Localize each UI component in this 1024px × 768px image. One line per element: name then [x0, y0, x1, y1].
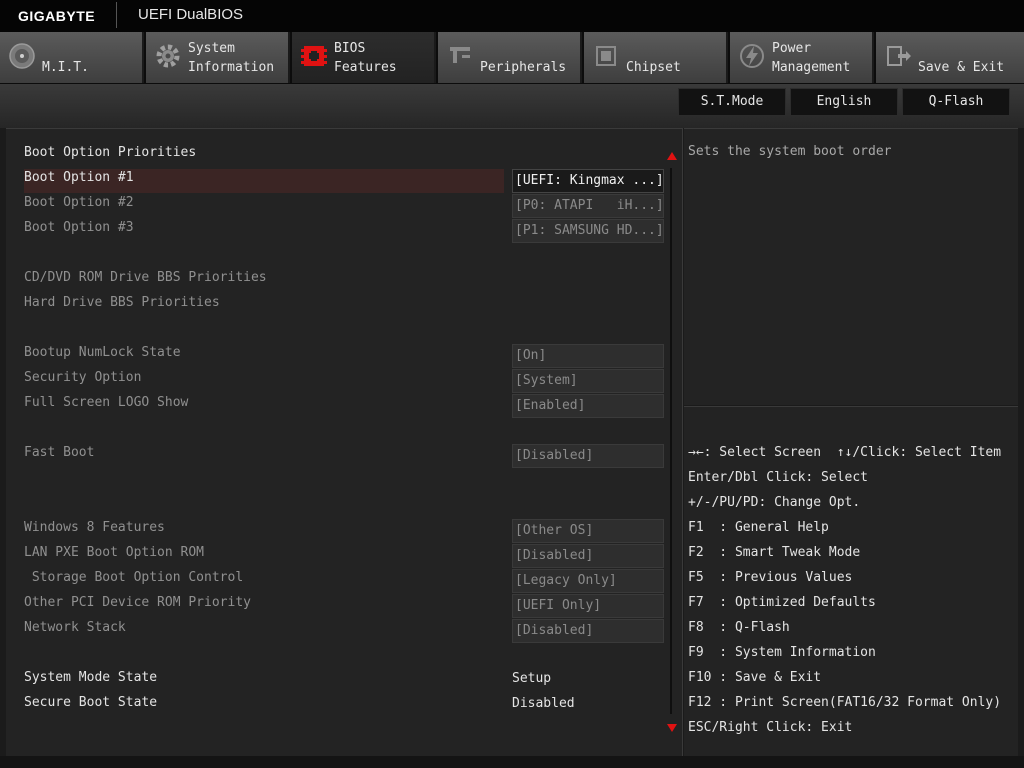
- tab-label: Save & Exit: [918, 60, 1005, 75]
- key-hint: F8 : Q-Flash: [688, 620, 790, 635]
- section-title: Boot Option Priorities: [24, 145, 197, 160]
- numlock-label[interactable]: Bootup NumLock State: [24, 343, 181, 363]
- storage-boot-label[interactable]: Storage Boot Option Control: [24, 568, 243, 588]
- tab-save-exit[interactable]: Save & Exit: [876, 32, 1024, 83]
- windows8-features-label[interactable]: Windows 8 Features: [24, 518, 165, 538]
- cd-dvd-priorities-link[interactable]: CD/DVD ROM Drive BBS Priorities: [24, 268, 267, 288]
- secure-boot-label: Secure Boot State: [24, 695, 158, 710]
- scroll-down-arrow-icon[interactable]: [667, 724, 677, 732]
- key-hint: ESC/Right Click: Exit: [688, 720, 853, 735]
- logo-show-label[interactable]: Full Screen LOGO Show: [24, 393, 188, 413]
- product-title: UEFI DualBIOS: [138, 6, 244, 23]
- key-hint: F1 : General Help: [688, 520, 829, 535]
- fast-boot-label[interactable]: Fast Boot: [24, 443, 94, 463]
- lan-pxe-label[interactable]: LAN PXE Boot Option ROM: [24, 543, 204, 563]
- secure-boot-value: Disabled: [512, 696, 575, 711]
- qflash-button[interactable]: Q-Flash: [902, 88, 1010, 116]
- boot-option-2-label[interactable]: Boot Option #2: [24, 193, 134, 213]
- other-pci-label[interactable]: Other PCI Device ROM Priority: [24, 593, 251, 613]
- key-hint: F7 : Optimized Defaults: [688, 595, 876, 610]
- tab-label: M.I.T.: [42, 60, 89, 75]
- boot-option-3-value[interactable]: [P1: SAMSUNG HD...]: [512, 219, 664, 243]
- st-mode-button[interactable]: S.T.Mode: [678, 88, 786, 116]
- peripherals-icon: [450, 47, 470, 63]
- numlock-value[interactable]: [On]: [512, 344, 664, 368]
- gear-icon: [156, 44, 180, 68]
- fast-boot-value[interactable]: [Disabled]: [512, 444, 664, 468]
- boot-option-1-label[interactable]: Boot Option #1: [24, 168, 134, 188]
- power-icon: [740, 44, 764, 68]
- tab-system-information[interactable]: System Information: [146, 32, 290, 83]
- title-bar: GIGABYTE UEFI DualBIOS: [0, 0, 1024, 32]
- key-hint: F10 : Save & Exit: [688, 670, 822, 685]
- main-tab-bar: M.I.T. System Information BIOS Features …: [0, 32, 1024, 84]
- security-option-value[interactable]: [System]: [512, 369, 664, 393]
- tab-power-management[interactable]: Power Management: [730, 32, 874, 83]
- help-panel: [684, 128, 1018, 405]
- bios-chip-icon: [301, 46, 327, 66]
- key-hint: F5 : Previous Values: [688, 570, 853, 585]
- boot-option-2-value[interactable]: [P0: ATAPI iH...]: [512, 194, 664, 218]
- windows8-features-value[interactable]: [Other OS]: [512, 519, 664, 543]
- key-hint: F9 : System Information: [688, 645, 876, 660]
- other-pci-value[interactable]: [UEFI Only]: [512, 594, 664, 618]
- security-option-label[interactable]: Security Option: [24, 368, 141, 388]
- title-divider: [116, 2, 117, 28]
- tab-bios-features[interactable]: BIOS Features: [292, 32, 436, 83]
- gauge-icon: [9, 43, 35, 69]
- tab-label: System Information: [188, 41, 275, 75]
- system-mode-value: Setup: [512, 671, 552, 686]
- tab-label: Chipset: [626, 60, 681, 75]
- help-description: Sets the system boot order: [688, 144, 892, 159]
- network-stack-value[interactable]: [Disabled]: [512, 619, 664, 643]
- scrollbar[interactable]: [670, 168, 672, 714]
- tab-label: Peripherals: [480, 60, 567, 75]
- key-hint: Enter/Dbl Click: Select: [688, 470, 869, 485]
- network-stack-label[interactable]: Network Stack: [24, 618, 126, 638]
- system-mode-label: System Mode State: [24, 670, 158, 685]
- key-hint: F12 : Print Screen(FAT16/32 Format Only): [688, 695, 1002, 710]
- key-hint: +/-/PU/PD: Change Opt.: [688, 495, 861, 510]
- boot-option-1-value[interactable]: [UEFI: Kingmax ...]: [512, 169, 664, 193]
- tab-mit[interactable]: M.I.T.: [0, 32, 144, 83]
- chipset-icon: [596, 46, 616, 66]
- boot-option-3-label[interactable]: Boot Option #3: [24, 218, 134, 238]
- bottom-strip: [0, 756, 1024, 768]
- hard-drive-priorities-link[interactable]: Hard Drive BBS Priorities: [24, 293, 220, 313]
- tab-chipset[interactable]: Chipset: [584, 32, 728, 83]
- logo-show-value[interactable]: [Enabled]: [512, 394, 664, 418]
- exit-door-icon: [887, 46, 911, 66]
- tab-label: Power Management: [772, 41, 851, 75]
- lan-pxe-value[interactable]: [Disabled]: [512, 544, 664, 568]
- tab-peripherals[interactable]: Peripherals: [438, 32, 582, 83]
- scroll-up-arrow-icon[interactable]: [667, 152, 677, 160]
- tab-label: BIOS Features: [334, 41, 397, 75]
- brand-logo: GIGABYTE: [18, 8, 96, 24]
- key-hint: F2 : Smart Tweak Mode: [688, 545, 861, 560]
- storage-boot-value[interactable]: [Legacy Only]: [512, 569, 664, 593]
- key-hint: →←: Select Screen ↑↓/Click: Select Item: [688, 445, 1002, 460]
- language-button[interactable]: English: [790, 88, 898, 116]
